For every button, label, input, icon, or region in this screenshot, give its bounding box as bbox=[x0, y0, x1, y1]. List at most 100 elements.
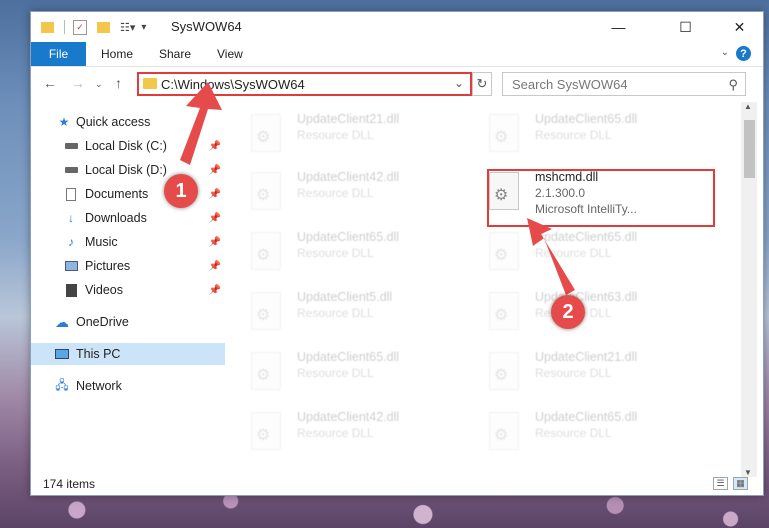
file-item[interactable]: ⚙ UpdateClient65.dll Resource DLL bbox=[489, 110, 719, 162]
sidebar-item-label: Videos bbox=[85, 283, 123, 297]
status-bar: 174 items ☰ ▦ bbox=[31, 473, 763, 495]
details-view-icon[interactable]: ☰ bbox=[713, 477, 728, 490]
onedrive-icon: ☁ bbox=[55, 313, 69, 330]
pin-icon: 📌 bbox=[208, 188, 221, 200]
sidebar-item-onedrive[interactable]: ☁ OneDrive bbox=[31, 311, 225, 333]
search-input[interactable]: Search SysWOW64 ⚲ bbox=[502, 72, 746, 96]
file-type: Resource DLL bbox=[297, 246, 374, 260]
properties-icon[interactable]: ✓ bbox=[73, 19, 87, 35]
sidebar-item-label: Music bbox=[85, 235, 118, 249]
sidebar-item-quick-access[interactable]: ★ Quick access bbox=[31, 111, 225, 133]
vertical-scrollbar[interactable]: ▲ ▼ bbox=[741, 102, 757, 477]
ribbon-tabs: File Home Share View ⌄ ? bbox=[31, 42, 763, 67]
dropdown-icon[interactable]: ▾ bbox=[141, 22, 146, 33]
file-list: ⚙ UpdateClient21.dll Resource DLL ⚙ Upda… bbox=[227, 102, 741, 467]
file-name: UpdateClient63.dll bbox=[535, 290, 638, 304]
sidebar-item-label: Network bbox=[76, 379, 122, 393]
sidebar-item-pictures[interactable]: Pictures 📌 bbox=[31, 255, 225, 277]
documents-icon bbox=[64, 187, 78, 201]
address-bar[interactable]: C:\Windows\SysWOW64 ⌄ bbox=[137, 72, 472, 96]
file-type: Resource DLL bbox=[297, 366, 374, 380]
callout-1: 1 bbox=[164, 174, 198, 208]
file-item[interactable]: ⚙ UpdateClient65.dll Resource DLL bbox=[489, 408, 719, 460]
videos-icon bbox=[64, 283, 78, 297]
item-count: 174 items bbox=[43, 477, 96, 491]
file-name: UpdateClient42.dll bbox=[297, 170, 400, 184]
tab-home[interactable]: Home bbox=[101, 42, 133, 66]
file-item[interactable]: ⚙ UpdateClient21.dll Resource DLL bbox=[489, 348, 719, 400]
title-bar: ✓ ☷▾ ▾ SysWOW64 — ☐ ✕ bbox=[31, 12, 763, 42]
dll-file-icon: ⚙ bbox=[251, 172, 281, 210]
back-arrow-icon[interactable]: ← bbox=[43, 75, 57, 91]
large-icons-view-icon[interactable]: ▦ bbox=[733, 477, 748, 490]
file-item[interactable]: ⚙ UpdateClient5.dll Resource DLL bbox=[251, 288, 481, 340]
sidebar-item-label: Local Disk (C:) bbox=[85, 139, 167, 153]
maximize-button[interactable]: ☐ bbox=[663, 12, 708, 42]
dll-file-icon: ⚙ bbox=[489, 352, 519, 390]
scroll-up-icon[interactable]: ▲ bbox=[744, 102, 752, 111]
search-icon: ⚲ bbox=[728, 77, 738, 92]
pc-icon bbox=[55, 347, 69, 361]
expand-ribbon-icon[interactable]: ⌄ bbox=[721, 47, 729, 58]
sidebar-item-downloads[interactable]: ↓ Downloads 📌 bbox=[31, 207, 225, 229]
drive-icon bbox=[64, 139, 78, 153]
sidebar-item-local-disk-d[interactable]: Local Disk (D:) 📌 bbox=[31, 159, 225, 181]
help-icon[interactable]: ? bbox=[736, 46, 751, 61]
quick-access-toolbar: ✓ ☷▾ ▾ bbox=[41, 17, 146, 37]
sidebar-item-videos[interactable]: Videos 📌 bbox=[31, 279, 225, 301]
file-name: UpdateClient21.dll bbox=[297, 112, 400, 126]
sidebar-item-this-pc[interactable]: This PC bbox=[31, 343, 225, 365]
pin-icon: 📌 bbox=[208, 284, 221, 296]
pin-icon: 📌 bbox=[208, 260, 221, 272]
file-item[interactable]: ⚙ UpdateClient65.dll Resource DLL bbox=[489, 228, 719, 280]
file-item[interactable]: ⚙ UpdateClient21.dll Resource DLL bbox=[251, 110, 481, 162]
divider bbox=[64, 20, 65, 34]
dll-file-icon: ⚙ bbox=[251, 352, 281, 390]
pin-icon: 📌 bbox=[208, 212, 221, 224]
file-type: Resource DLL bbox=[297, 186, 374, 200]
dll-file-icon: ⚙ bbox=[251, 292, 281, 330]
file-type: Resource DLL bbox=[535, 426, 612, 440]
refresh-button[interactable]: ↻ bbox=[472, 72, 492, 96]
folder-icon[interactable] bbox=[41, 21, 54, 33]
file-item[interactable]: ⚙ UpdateClient42.dll Resource DLL bbox=[251, 408, 481, 460]
sidebar-item-label: Local Disk (D:) bbox=[85, 163, 167, 177]
file-name: UpdateClient65.dll bbox=[297, 350, 400, 364]
file-name: UpdateClient65.dll bbox=[535, 112, 638, 126]
forward-arrow-icon[interactable]: → bbox=[71, 75, 85, 91]
drive-icon bbox=[64, 163, 78, 177]
star-icon: ★ bbox=[58, 115, 70, 129]
pin-icon: 📌 bbox=[208, 164, 221, 176]
file-item[interactable]: ⚙ UpdateClient65.dll Resource DLL bbox=[251, 348, 481, 400]
window-title: SysWOW64 bbox=[171, 19, 242, 34]
tab-view[interactable]: View bbox=[217, 42, 243, 66]
file-name: UpdateClient5.dll bbox=[297, 290, 393, 304]
dll-file-icon: ⚙ bbox=[251, 412, 281, 450]
folder-icon bbox=[143, 78, 157, 89]
recent-chevron-icon[interactable]: ⌄ bbox=[95, 79, 103, 90]
file-item[interactable]: ⚙ UpdateClient65.dll Resource DLL bbox=[251, 228, 481, 280]
sidebar-item-music[interactable]: ♪ Music 📌 bbox=[31, 231, 225, 253]
close-icon: ✕ bbox=[733, 18, 746, 35]
customize-icon[interactable]: ☷▾ bbox=[120, 21, 135, 34]
pictures-icon bbox=[64, 259, 78, 273]
tab-file[interactable]: File bbox=[31, 42, 86, 66]
up-arrow-icon[interactable]: ↑ bbox=[115, 75, 122, 91]
address-path: C:\Windows\SysWOW64 bbox=[161, 76, 305, 92]
new-folder-icon[interactable] bbox=[97, 21, 110, 33]
tab-share[interactable]: Share bbox=[159, 42, 191, 66]
file-type: Resource DLL bbox=[297, 128, 374, 142]
file-name: UpdateClient65.dll bbox=[535, 410, 638, 424]
pin-icon: 📌 bbox=[208, 236, 221, 248]
address-dropdown-icon[interactable]: ⌄ bbox=[454, 76, 464, 90]
file-item[interactable]: ⚙ UpdateClient63.dll Resource DLL bbox=[489, 288, 719, 340]
scrollbar-thumb[interactable] bbox=[744, 120, 755, 178]
file-item[interactable]: ⚙ UpdateClient42.dll Resource DLL bbox=[251, 168, 481, 220]
minimize-button[interactable]: — bbox=[596, 12, 641, 42]
sidebar-item-network[interactable]: 🖧 Network bbox=[31, 375, 225, 397]
search-placeholder: Search SysWOW64 bbox=[512, 76, 628, 92]
sidebar-item-local-disk-c[interactable]: Local Disk (C:) 📌 bbox=[31, 135, 225, 157]
file-name: UpdateClient65.dll bbox=[535, 230, 638, 244]
close-button[interactable]: ✕ bbox=[717, 12, 762, 42]
file-type: Resource DLL bbox=[297, 306, 374, 320]
